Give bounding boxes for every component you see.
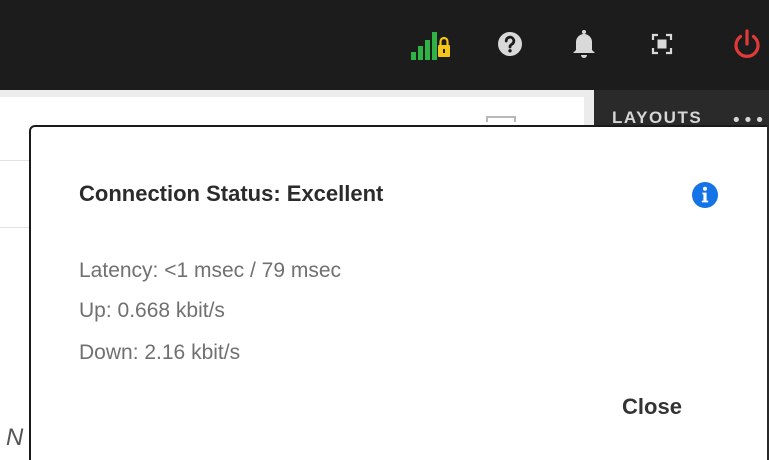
fullscreen-icon[interactable] [640, 24, 684, 64]
info-icon[interactable] [691, 181, 719, 209]
upload-speed-value: Up: 0.668 kbit/s [79, 299, 225, 322]
background-partial-text: N [6, 424, 24, 451]
top-toolbar [0, 0, 769, 90]
notification-bell-icon[interactable] [562, 24, 606, 64]
dialog-title: Connection Status: Excellent [79, 181, 384, 206]
help-icon[interactable] [488, 24, 532, 64]
connection-status-dialog: Connection Status: Excellent Latency: <1… [29, 125, 767, 460]
close-button[interactable]: Close [607, 389, 697, 425]
connection-signal-icon[interactable] [408, 24, 452, 64]
download-speed-value: Down: 2.16 kbit/s [79, 341, 241, 364]
power-icon[interactable] [725, 24, 769, 64]
app-window: LAYOUTS ••• N Connection Status: Excelle… [0, 0, 769, 460]
latency-value: Latency: <1 msec / 79 msec [79, 259, 342, 282]
